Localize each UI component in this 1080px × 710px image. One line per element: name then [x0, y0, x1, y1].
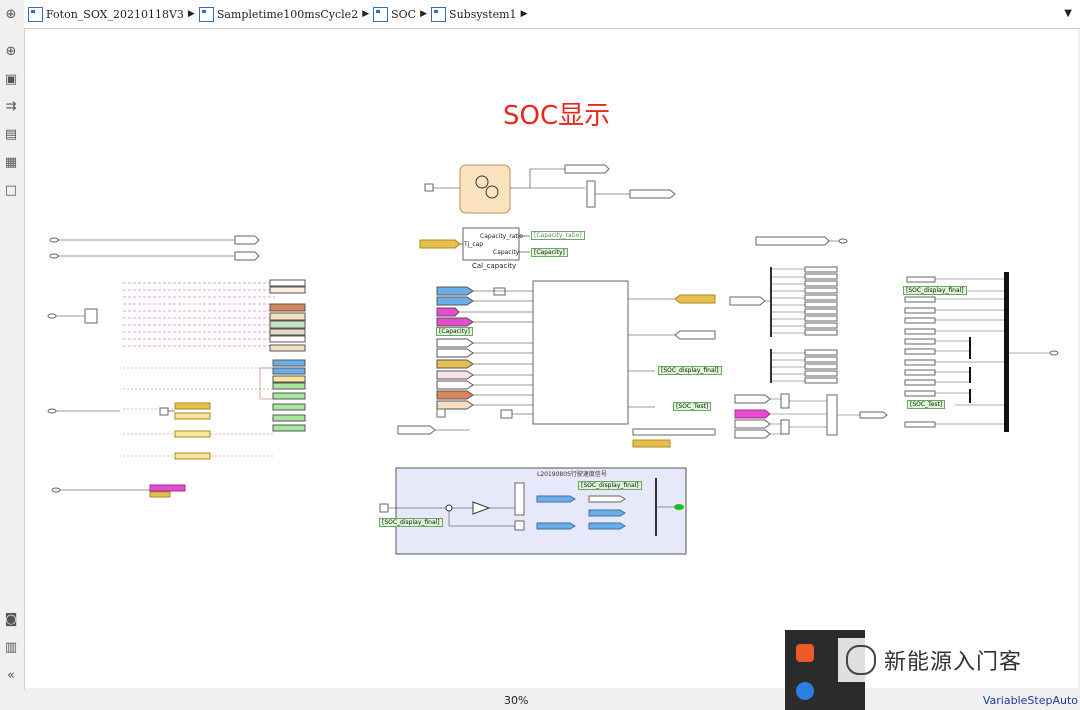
stateflow-chart — [459, 164, 511, 214]
chevron-right-icon: ▶ — [362, 9, 370, 19]
breadcrumb-dropdown-icon[interactable]: ▼ — [1064, 8, 1072, 19]
collapse-icon[interactable]: « — [2, 666, 20, 684]
diagram-svg — [47, 164, 1059, 555]
zoom-in-icon[interactable]: ⊕ — [2, 42, 20, 60]
fit-to-view-icon[interactable]: ▣ — [2, 70, 20, 88]
subsystem-icon — [431, 6, 447, 22]
status-bar: 30% VariableStepAuto — [24, 690, 1080, 710]
goto-soc-display-final-sub[interactable]: [SOC_display_final] — [578, 481, 642, 490]
model-canvas[interactable]: SOC显示 Capacity_ratio Capacity Tj_cap Cal… — [25, 29, 1078, 688]
model-icon — [28, 6, 43, 22]
subsystem-icon — [198, 6, 214, 22]
cal-out-port-capacity: Capacity — [493, 249, 520, 256]
from-soc-test[interactable]: [SOC_Test] — [907, 400, 946, 409]
breadcrumb-item-model[interactable]: Foton_SOX_20210118V3 ▶ — [28, 6, 195, 22]
breadcrumb-item-sampletime[interactable]: Sampletime100msCycle2 ▶ — [198, 6, 370, 22]
back-icon[interactable]: ⊕ — [2, 5, 20, 23]
zoom-level[interactable]: 30% — [504, 694, 528, 707]
area-icon[interactable]: □ — [2, 181, 20, 199]
goto-soc-display-final[interactable]: [SOC_display_final] — [658, 366, 722, 375]
left-toolbar: ⊕ ⊕ ▣ ⇉ ▤ ▦ □ ◙ ▥ « — [0, 0, 25, 710]
from-capacity[interactable]: [Capacity] — [436, 327, 473, 336]
speed-signal-subsystem — [395, 467, 687, 555]
annotation-icon[interactable]: ▤ — [2, 125, 20, 143]
chevron-right-icon: ▶ — [420, 9, 428, 19]
goto-capacity-ratio[interactable]: [Capacity_ratio] — [531, 231, 585, 240]
chevron-right-icon: ▶ — [187, 9, 195, 19]
watermark-text: 新能源入门客 — [884, 650, 1023, 675]
app-k-icon[interactable] — [796, 682, 814, 700]
goto-soc-test[interactable]: [SOC_Test] — [673, 402, 712, 411]
breadcrumb-item-subsystem1[interactable]: Subsystem1 ▶ — [431, 6, 528, 22]
central-subsystem — [532, 280, 629, 425]
solver-label[interactable]: VariableStepAuto — [983, 694, 1078, 707]
app-icon[interactable] — [796, 644, 814, 662]
watermark: 新能源入门客 — [838, 638, 1078, 682]
cal-in-port: Tj_cap — [464, 241, 484, 248]
cal-out-port-ratio: Capacity_ratio — [480, 233, 524, 240]
subsystem-icon — [373, 6, 389, 22]
breadcrumb: Foton_SOX_20210118V3 ▶ Sampletime100msCyc… — [24, 0, 1080, 29]
breadcrumb-item-soc[interactable]: SOC ▶ — [373, 6, 428, 22]
from-soc-display-final[interactable]: [SOC_display_final] — [903, 286, 967, 295]
report-icon[interactable]: ▥ — [2, 638, 20, 656]
image-icon[interactable]: ▦ — [2, 153, 20, 171]
cal-capacity-label: Cal_capacity — [472, 262, 517, 270]
subsystem-title: L2019080S行驶速度信号 — [537, 471, 607, 478]
chevron-right-icon: ▶ — [520, 9, 528, 19]
from-soc-display-final-sub[interactable]: [SOC_display_final] — [379, 518, 443, 527]
goto-capacity[interactable]: [Capacity] — [531, 248, 568, 257]
arrow-icon[interactable]: ⇉ — [2, 97, 20, 115]
wechat-icon — [846, 645, 876, 675]
camera-icon[interactable]: ◙ — [2, 610, 20, 628]
